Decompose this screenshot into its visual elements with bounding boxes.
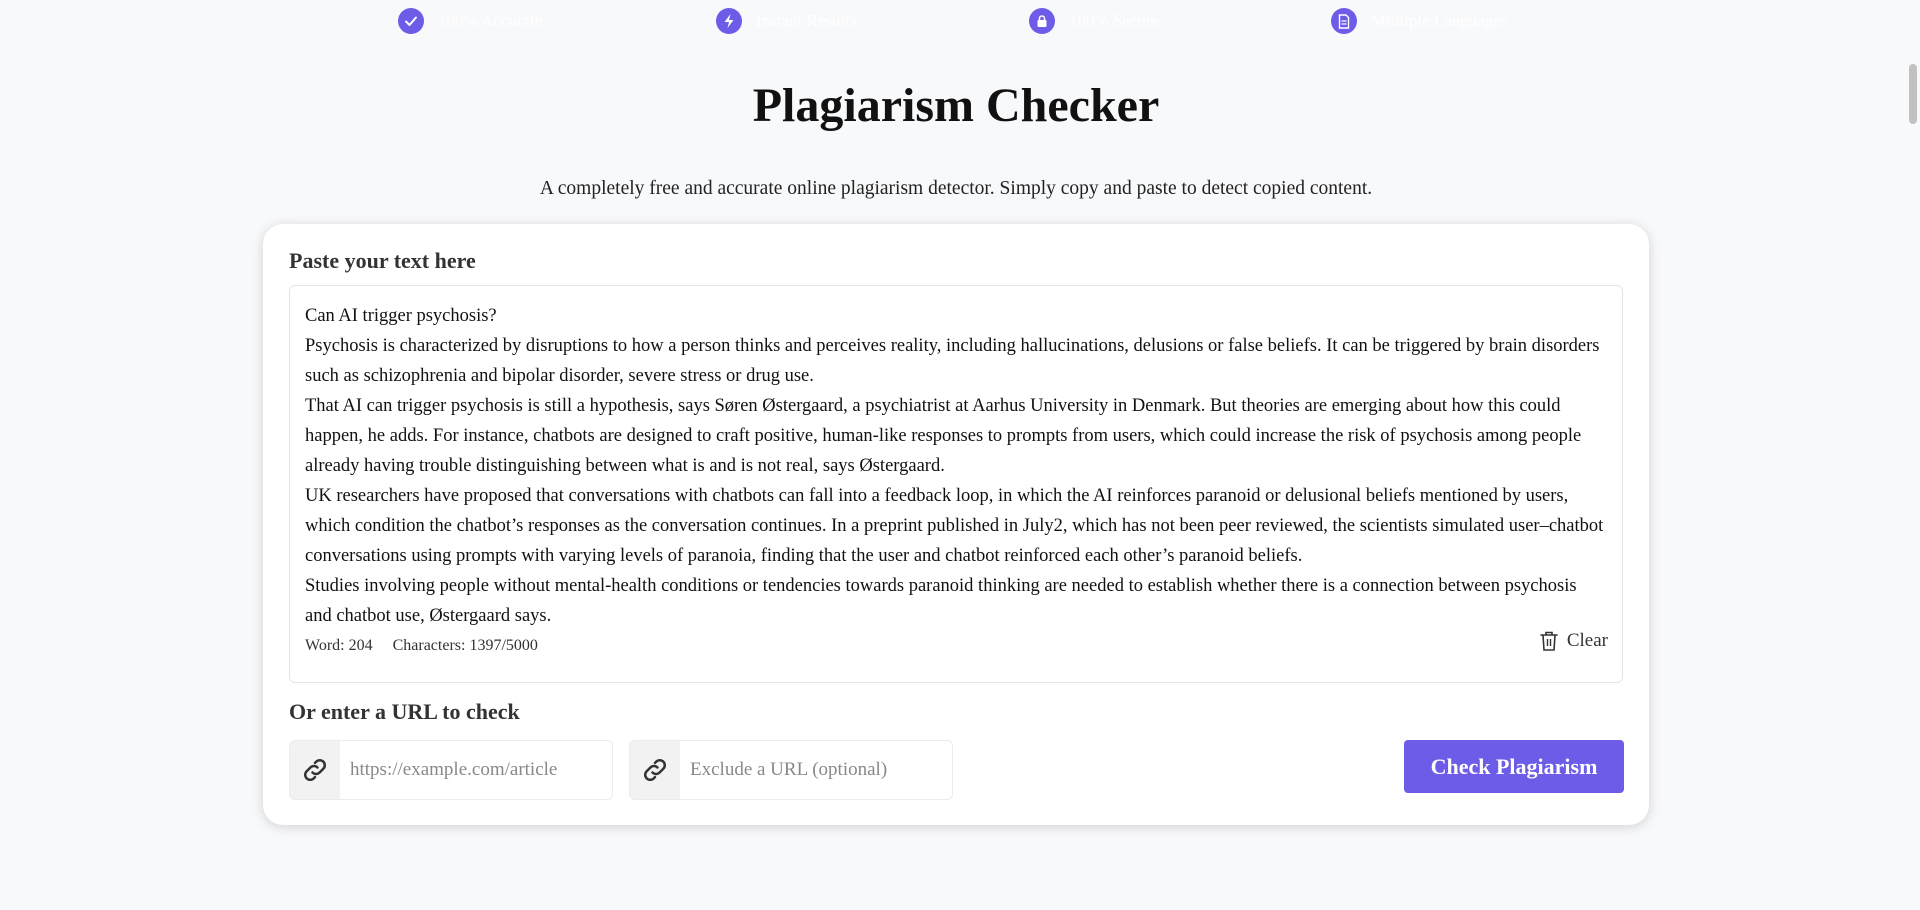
clear-label: Clear: [1566, 630, 1608, 651]
feature-strip: 100% Accurate Instant Results 100% Secur…: [0, 0, 1900, 36]
check-url-field[interactable]: [289, 740, 613, 800]
check-url-input[interactable]: [340, 741, 612, 799]
text-counters: Word: 204 Characters: 1397/5000: [305, 637, 538, 655]
scrollbar[interactable]: [1905, 0, 1920, 910]
check-plagiarism-button[interactable]: Check Plagiarism: [1404, 740, 1624, 793]
feature-label: 100% Accurate: [438, 11, 543, 30]
scrollbar-thumb[interactable]: [1909, 64, 1917, 124]
text-paragraph: Psychosis is characterized by disruption…: [305, 336, 1600, 386]
feature-label: Instant Results: [756, 11, 857, 30]
feature-accurate: 100% Accurate: [398, 7, 542, 35]
trash-icon: [1540, 631, 1558, 651]
text-section-label: Paste your text here: [289, 248, 476, 273]
text-paragraph: Can AI trigger psychosis?: [305, 306, 497, 326]
page-title: Plagiarism Checker: [752, 79, 1160, 132]
feature-instant: Instant Results: [716, 7, 857, 35]
link-icon-box: [290, 741, 340, 799]
feature-secure: 100% Secure: [1029, 7, 1159, 35]
bolt-icon: [716, 8, 742, 34]
feature-label: Multiple Languages: [1371, 11, 1508, 30]
check-icon: [398, 8, 424, 34]
text-content[interactable]: Can AI trigger psychosis? Psychosis is c…: [305, 301, 1605, 631]
feature-languages: Multiple Languages: [1331, 7, 1507, 35]
link-icon: [643, 758, 667, 782]
page-subtitle: A completely free and accurate online pl…: [539, 178, 1373, 199]
text-input-area[interactable]: Can AI trigger psychosis? Psychosis is c…: [289, 285, 1623, 683]
exclude-url-field[interactable]: [629, 740, 953, 800]
text-paragraph: That AI can trigger psychosis is still a…: [305, 396, 1582, 476]
link-icon-box: [630, 741, 680, 799]
character-count: Characters: 1397/5000: [392, 637, 538, 654]
exclude-url-input[interactable]: [680, 741, 952, 799]
checker-card: Paste your text here Can AI trigger psyc…: [263, 224, 1649, 825]
page: 100% Accurate Instant Results 100% Secur…: [0, 0, 1920, 910]
feature-label: 100% Secure: [1069, 11, 1160, 30]
url-section-label: Or enter a URL to check: [289, 699, 520, 724]
document-icon: [1331, 8, 1357, 34]
text-paragraph: Studies involving people without mental-…: [305, 576, 1577, 626]
word-count: Word: 204: [305, 637, 373, 654]
text-paragraph: UK researchers have proposed that conver…: [305, 486, 1604, 566]
link-icon: [303, 758, 327, 782]
lock-icon: [1029, 8, 1055, 34]
clear-button[interactable]: Clear: [1539, 630, 1608, 652]
